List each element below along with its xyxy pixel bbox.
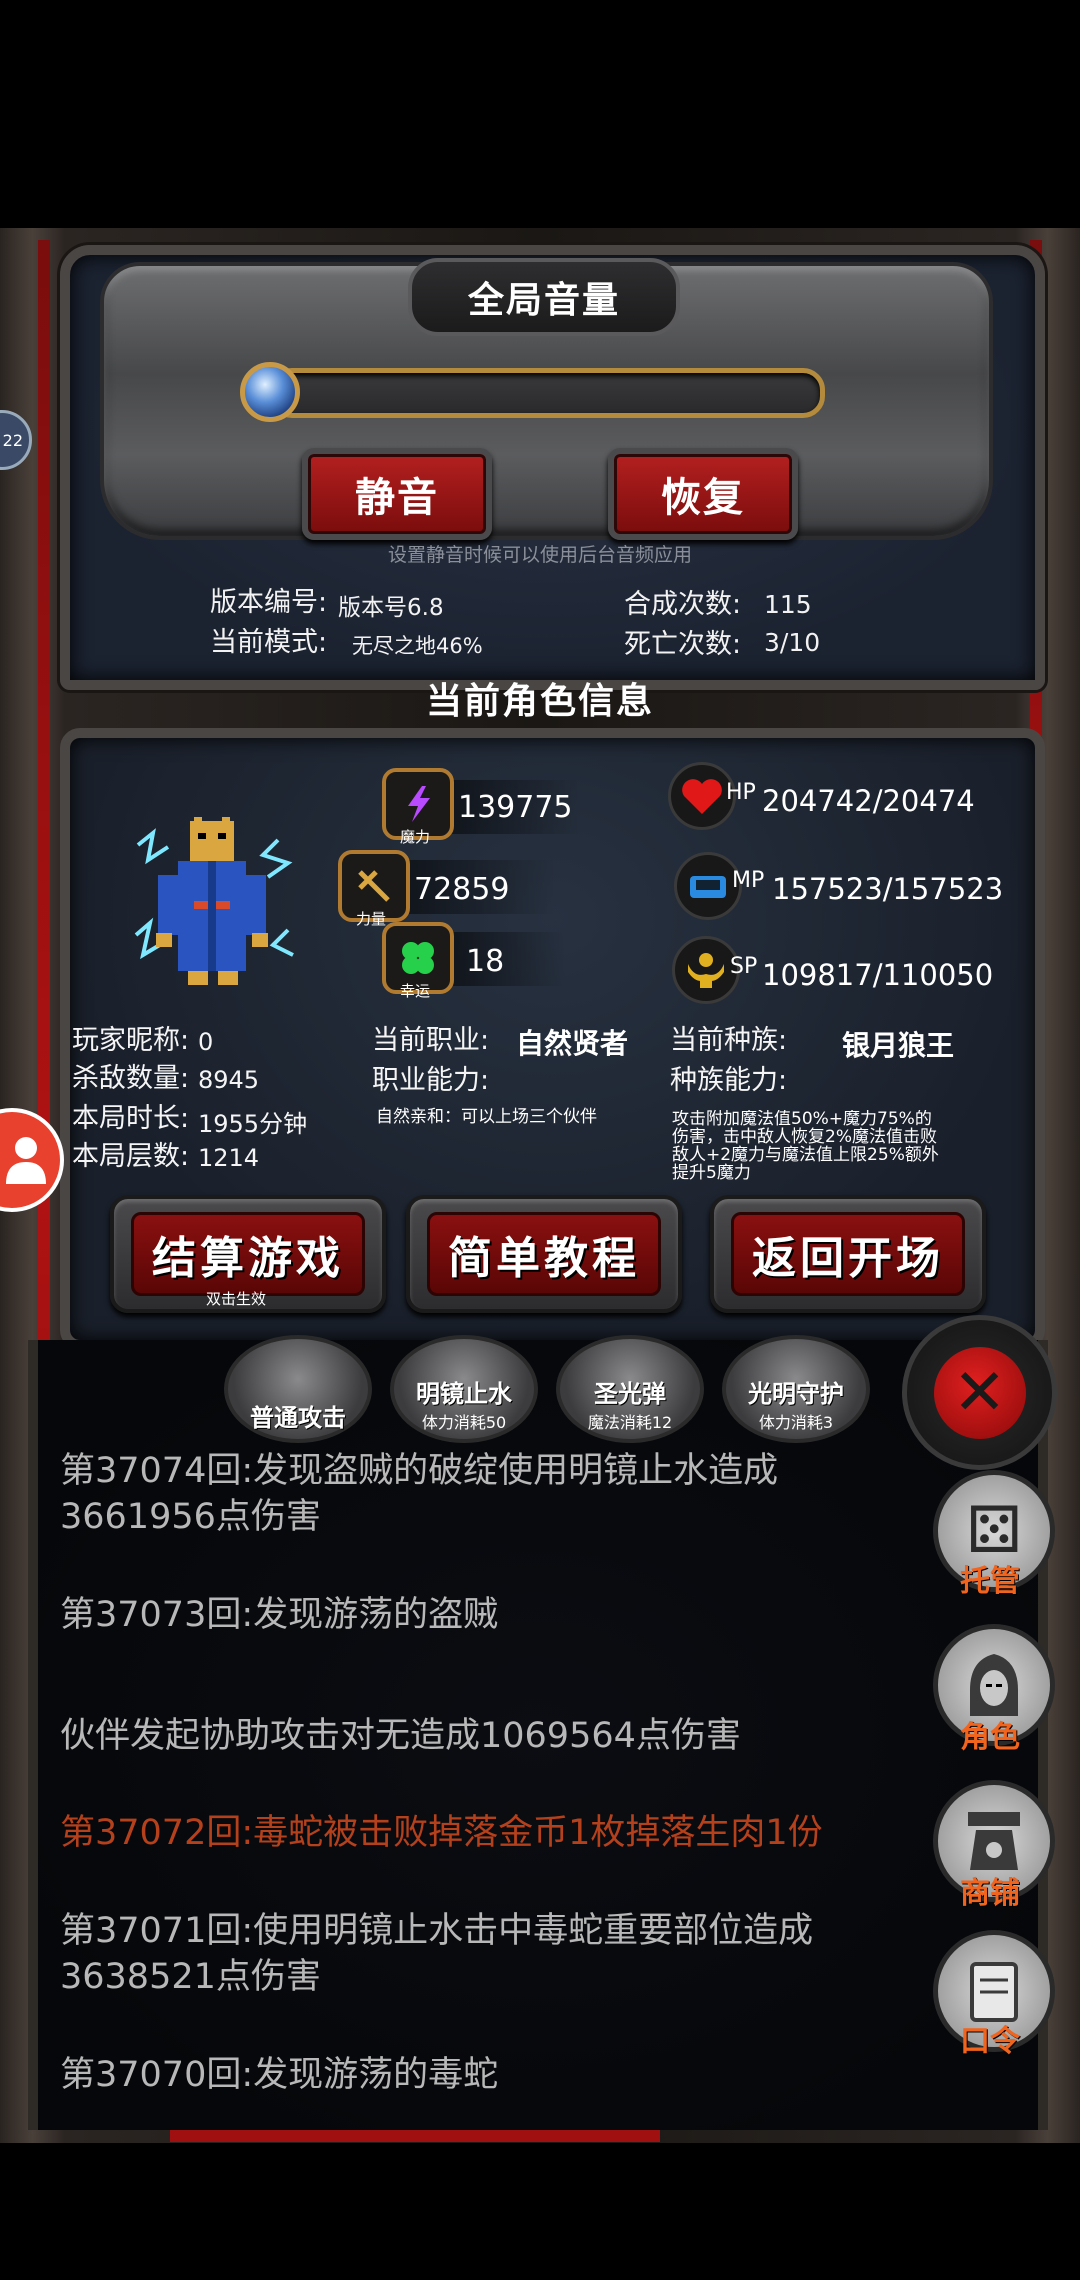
volume-hint: 设置静音时候可以使用后台音频应用 [387,544,692,566]
back-to-start-button[interactable]: 返回开场 [710,1195,986,1313]
hp-label: HP [726,780,756,805]
job-ability-label: 职业能力: [372,1065,490,1096]
mp-label: MP [732,868,765,893]
death-label: 死亡次数: [624,629,742,660]
hooded-figure-icon [970,1654,1018,1716]
kills-label: 杀敌数量: [72,1063,190,1094]
skill-name: 圣光弹 [594,1380,666,1408]
auto-label: 托管 [960,1564,1020,1599]
settle-subtext: 双击生效 [206,1290,267,1308]
luck-bg [446,932,566,986]
nickname-label: 玩家昵称: [72,1025,190,1056]
log-entry: 第37070回:发现游荡的毒蛇 [60,2055,499,2095]
mp-value: 157523/157523 [772,872,1004,906]
mode-label: 当前模式: [210,627,328,658]
luck-value: 18 [466,944,505,979]
sp-value: 109817/110050 [762,958,994,992]
skill-mirror-water[interactable]: 明镜止水 体力消耗50 [390,1335,538,1443]
character-section-title: 当前角色信息 [425,681,654,722]
skill-cost: 体力消耗3 [758,1413,834,1432]
magic-caption: 魔力 [399,828,430,846]
duration-value: 1955分钟 [198,1110,308,1138]
restore-button[interactable]: 恢复 [608,448,798,540]
volume-title: 全局音量 [408,258,680,336]
back-to-start-label: 返回开场 [731,1212,965,1296]
skill-name: 光明守护 [748,1380,844,1408]
skill-normal-attack[interactable]: 普通攻击 [224,1335,372,1443]
race-ability-value: 攻击附加魔法值50%+魔力75%的伤害，击中敌人恢复2%魔法值击败敌人+2魔力与… [672,1110,939,1180]
version-value: 版本号6.8 [338,595,444,621]
user-icon [6,1137,46,1184]
magic-value: 139775 [458,790,573,825]
shop-bag-icon [968,1812,1020,1870]
code-label: 口令 [960,2024,1020,2059]
job-value: 自然贤者 [516,1027,629,1060]
role-label: 角色 [960,1720,1020,1755]
volume-slider-knob[interactable] [240,362,300,422]
skill-cost: 体力消耗50 [421,1413,507,1432]
race-ability-label: 种族能力: [670,1065,788,1096]
death-value: 3/10 [764,628,821,657]
hp-value: 204742/20474: [762,784,974,818]
race-label: 当前种族: [670,1025,788,1056]
mute-button[interactable]: 静音 [302,448,492,540]
close-icon: ✕ [933,1346,1026,1439]
craft-value: 115 [764,590,812,619]
job-ability-value: 自然亲和：可以上场三个伙伴 [376,1107,597,1127]
tutorial-button[interactable]: 简单教程 [406,1195,682,1313]
version-label: 版本编号: [210,587,328,618]
volume-slider[interactable] [270,368,825,418]
log-entry: 第37071回:使用明镜止水击中毒蛇重要部位造成3638521点伤害 [60,1911,814,1997]
log-entry: 伙伴发起协助攻击对无造成1069564点伤害 [60,1716,741,1756]
skill-name: 明镜止水 [416,1380,512,1408]
floor-value: 1214 [198,1144,260,1172]
close-button[interactable]: ✕ [902,1315,1057,1470]
settle-game-label: 结算游戏 [131,1212,365,1296]
log-entry: 第37074回:发现盗贼的破绽使用明镜止水造成3661956点伤害 [60,1451,779,1537]
skill-light-guard[interactable]: 光明守护 体力消耗3 [722,1335,870,1443]
character-avatar [134,817,294,985]
sp-label: SP [730,954,758,979]
log-entry-loot: 第37072回:毒蛇被击败掉落金币1枚掉落生肉1份 [60,1813,823,1853]
log-entry: 第37073回:发现游荡的盗贼 [60,1595,499,1635]
skill-name: 普通攻击 [250,1404,346,1432]
floor-label: 本局层数: [72,1141,190,1172]
kills-value: 8945 [198,1066,260,1094]
tutorial-label: 简单教程 [427,1212,661,1296]
strength-value: 72859 [414,872,510,907]
duration-label: 本局时长: [72,1103,190,1134]
skill-cost: 魔法消耗12 [587,1413,673,1432]
shop-label: 商铺 [960,1876,1020,1911]
craft-label: 合成次数: [624,589,742,620]
nickname-value: 0 [198,1028,214,1056]
mode-value: 无尽之地46% [352,634,483,658]
luck-caption: 幸运 [399,982,430,1000]
job-label: 当前职业: [372,1025,490,1056]
skill-holy-bolt[interactable]: 圣光弹 魔法消耗12 [556,1335,704,1443]
race-value: 银月狼王 [842,1029,955,1062]
